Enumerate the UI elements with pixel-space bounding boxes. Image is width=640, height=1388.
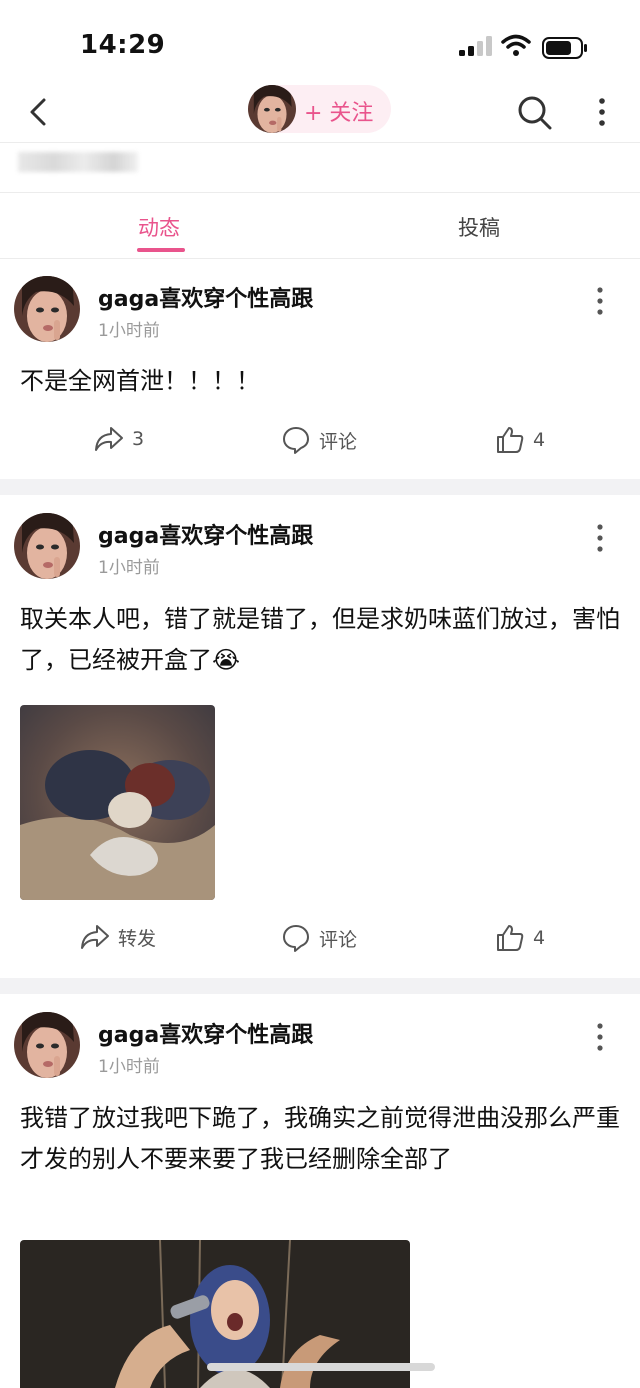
post-text: 我错了放过我吧下跪了，我确实之前觉得泄曲没那么严重才发的别人不要来要了我已经删除… [20, 1104, 620, 1173]
like-count: 4 [533, 927, 546, 949]
post-time: 1小时前 [98, 1057, 160, 1077]
more-icon[interactable] [588, 1019, 612, 1055]
post-time: 1小时前 [98, 321, 160, 341]
comment-label: 评论 [319, 928, 358, 951]
nav-bar: + 关注 [0, 82, 640, 142]
comment-button[interactable]: 评论 [281, 425, 357, 455]
like-icon [497, 427, 524, 453]
share-icon [81, 925, 109, 949]
follow-label: + 关注 [304, 101, 374, 126]
tab-indicator [137, 248, 185, 252]
divider [0, 192, 640, 193]
post-username[interactable]: gaga喜欢穿个性高跟 [98, 518, 313, 550]
like-button[interactable]: 4 [495, 425, 545, 455]
search-icon[interactable] [512, 90, 556, 134]
follow-button[interactable]: + 关注 [248, 85, 391, 133]
wifi-icon [501, 34, 531, 56]
comment-icon [283, 925, 309, 952]
comment-label: 评论 [319, 430, 358, 453]
battery-icon [542, 37, 587, 59]
post-text-body: 取关本人吧，错了就是错了，但是求奶味蓝们放过，害怕了，已经被开盒了 [20, 605, 620, 674]
divider [0, 142, 640, 143]
avatar[interactable] [14, 276, 80, 342]
cellular-signal-icon [459, 36, 492, 56]
share-label: 转发 [118, 927, 157, 950]
comment-button[interactable]: 评论 [281, 923, 357, 953]
tab-dynamics[interactable]: 动态 [138, 212, 180, 242]
blurred-text [18, 152, 138, 172]
crying-emoji: 😭 [212, 646, 241, 674]
status-time: 14:29 [80, 30, 166, 60]
post-text: 取关本人吧，错了就是错了，但是求奶味蓝们放过，害怕了，已经被开盒了😭 [20, 599, 620, 681]
avatar[interactable] [248, 85, 296, 133]
like-button[interactable]: 4 [495, 923, 545, 953]
avatar[interactable] [14, 1012, 80, 1078]
post-image[interactable] [20, 705, 215, 900]
tab-submissions[interactable]: 投稿 [458, 212, 500, 242]
back-icon[interactable] [22, 92, 58, 132]
avatar[interactable] [14, 513, 80, 579]
post-card[interactable]: gaga喜欢穿个性高跟 1小时前 取关本人吧，错了就是错了，但是求奶味蓝们放过，… [0, 495, 640, 978]
more-icon[interactable] [588, 283, 612, 319]
status-bar: 14:29 [0, 0, 640, 88]
post-username[interactable]: gaga喜欢穿个性高跟 [98, 1017, 313, 1049]
post-text: 不是全网首泄！！！！ [20, 367, 260, 395]
more-icon[interactable] [588, 92, 616, 132]
post-separator [0, 479, 640, 495]
like-count: 4 [533, 429, 546, 451]
more-icon[interactable] [588, 520, 612, 556]
share-button[interactable]: 3 [94, 425, 144, 453]
share-icon [95, 427, 123, 451]
post-card[interactable]: gaga喜欢穿个性高跟 1小时前 我错了放过我吧下跪了，我确实之前觉得泄曲没那么… [0, 994, 640, 1388]
post-separator [0, 978, 640, 994]
post-time: 1小时前 [98, 558, 160, 578]
home-indicator [207, 1363, 435, 1371]
post-username[interactable]: gaga喜欢穿个性高跟 [98, 281, 313, 313]
post-card[interactable]: gaga喜欢穿个性高跟 1小时前 不是全网首泄！！！！ 3 评论 4 [0, 259, 640, 479]
comment-icon [283, 427, 309, 454]
share-button[interactable]: 转发 [80, 923, 156, 951]
share-count: 3 [132, 428, 145, 450]
like-icon [497, 925, 524, 951]
